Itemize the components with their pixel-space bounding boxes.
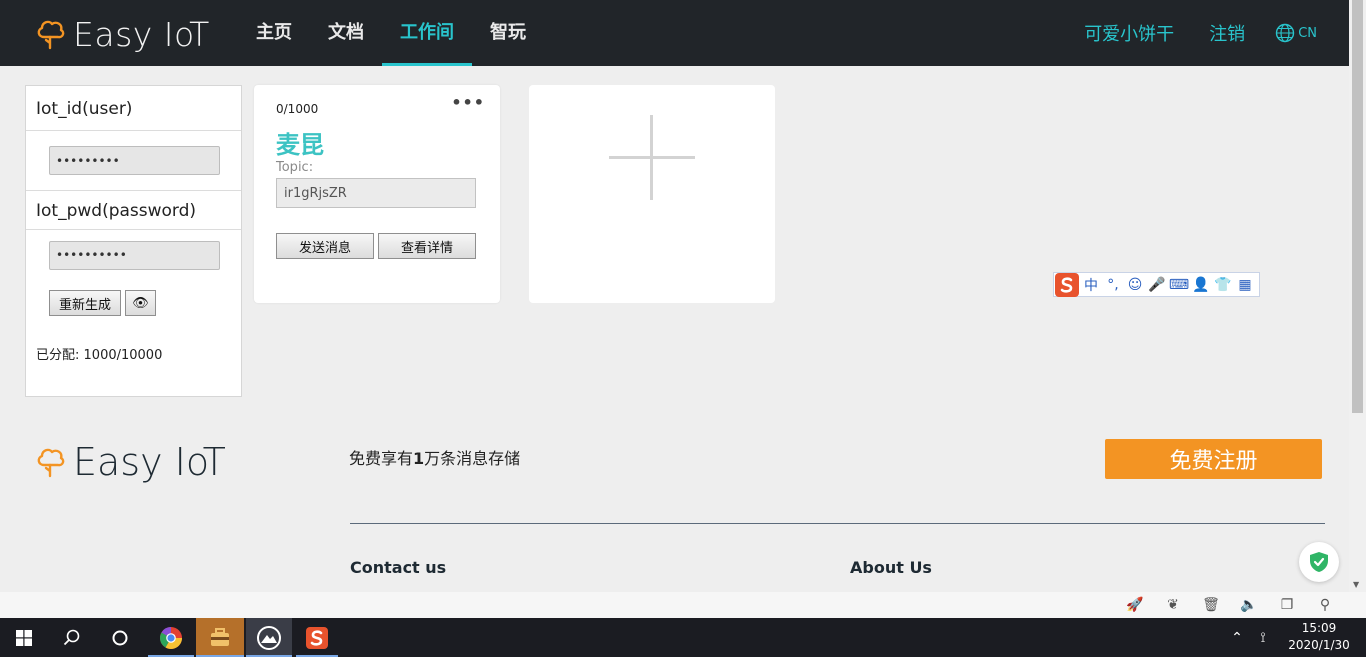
system-tray: ⌃ ⟟ — [1224, 618, 1276, 657]
cortana-button[interactable] — [96, 618, 144, 657]
scrollbar-thumb[interactable] — [1352, 0, 1363, 413]
trash-icon[interactable]: 🗑 — [1192, 597, 1230, 613]
mountain-app-icon — [257, 625, 281, 650]
username-link[interactable]: 可爱小饼干 — [1084, 20, 1174, 46]
rocket-icon[interactable]: 🚀 — [1116, 597, 1154, 613]
cloud-tree-logo-icon — [37, 20, 65, 50]
language-switch[interactable]: CN — [1275, 23, 1317, 43]
iot-id-label: Iot_id(user) — [26, 86, 241, 131]
iot-pwd-value: •••••••••• — [56, 248, 127, 262]
topic-label: Topic: — [276, 160, 314, 175]
iot-id-field[interactable]: ••••••••• — [49, 146, 220, 175]
iot-pwd-field[interactable]: •••••••••• — [49, 240, 220, 270]
credential-actions: 重新生成 👁 — [49, 290, 156, 316]
nav-docs[interactable]: 文档 — [310, 0, 382, 66]
leaf-icon[interactable]: ❦ — [1154, 597, 1192, 613]
iot-id-row: ••••••••• — [26, 131, 241, 191]
topic-field[interactable]: ir1gRjsZR — [276, 178, 476, 208]
promo-text: 免费享有1万条消息存储 — [349, 445, 520, 469]
taskbar-chrome[interactable] — [148, 618, 194, 657]
sogou-icon — [306, 626, 328, 649]
contact-heading: Contact us — [350, 558, 447, 577]
ime-keyboard-icon[interactable]: ⌨ — [1168, 277, 1190, 293]
allocated-label: 已分配: — [36, 348, 80, 363]
message-count: 0/1000 — [276, 102, 319, 116]
toolbox-icon — [211, 627, 229, 646]
clock-date: 2020/1/30 — [1288, 638, 1350, 652]
allocated-value: 1000/10000 — [83, 348, 163, 363]
toggle-visibility-button[interactable]: 👁 — [125, 290, 156, 316]
main-nav: 主页 文档 工作间 智玩 — [238, 0, 544, 66]
clock-time: 15:09 — [1301, 621, 1337, 635]
free-signup-button[interactable]: 免费注册 — [1105, 439, 1322, 479]
about-heading: About Us — [850, 558, 932, 577]
nav-workspace[interactable]: 工作间 — [382, 0, 472, 66]
nav-home[interactable]: 主页 — [238, 0, 310, 66]
add-device-card[interactable] — [529, 85, 775, 303]
top-navbar: Easy IoT 主页 文档 工作间 智玩 可爱小饼干 注销 CN — [0, 0, 1349, 66]
user-menu: 可爱小饼干 注销 CN — [1049, 0, 1317, 66]
footer-logo[interactable]: Easy IoT — [35, 440, 226, 484]
window-icon[interactable]: ❐ — [1268, 597, 1306, 613]
taskbar-mountain-app[interactable] — [246, 618, 292, 657]
regenerate-button[interactable]: 重新生成 — [49, 290, 121, 316]
eye-icon: 👁 — [132, 295, 149, 311]
search-button[interactable] — [48, 618, 96, 657]
more-options-icon[interactable]: ••• — [451, 95, 485, 111]
start-button[interactable] — [0, 618, 48, 657]
language-label: CN — [1298, 25, 1317, 41]
device-name: 麦昆 — [276, 131, 324, 159]
search-icon[interactable]: ⚲ — [1306, 597, 1344, 613]
search-icon — [63, 629, 80, 645]
view-details-button[interactable]: 查看详情 — [378, 233, 476, 259]
nav-play[interactable]: 智玩 — [472, 0, 544, 66]
sound-icon[interactable]: 🔈 — [1230, 597, 1268, 613]
promo-pre: 免费享有 — [349, 449, 414, 468]
ime-user-icon[interactable]: 👤 — [1190, 277, 1212, 293]
allocation-info: 已分配: 1000/10000 — [36, 344, 162, 363]
device-card: 0/1000 ••• 麦昆 Topic: ir1gRjsZR 发送消息 查看详情 — [254, 85, 500, 303]
logo[interactable]: Easy IoT — [35, 14, 210, 54]
taskbar-clock[interactable]: 15:09 2020/1/30 — [1284, 620, 1354, 654]
ime-chinese-mode[interactable]: 中 — [1080, 275, 1102, 295]
windows-logo-icon — [16, 629, 32, 646]
sogou-logo-icon[interactable] — [1054, 272, 1080, 297]
taskbar-sogou[interactable] — [296, 618, 338, 657]
promo-num: 1 — [413, 449, 425, 468]
security-shield-icon[interactable] — [1299, 542, 1339, 582]
ime-punctuation-icon[interactable]: °, — [1102, 277, 1124, 293]
chrome-icon — [160, 626, 182, 649]
globe-icon — [1275, 23, 1295, 43]
taskbar-toolbox[interactable] — [196, 618, 244, 657]
scroll-down-arrow-icon[interactable]: ▼ — [1353, 580, 1359, 589]
status-bar-icons: 🚀 ❦ 🗑 🔈 ❐ ⚲ — [1116, 597, 1344, 613]
ime-voice-icon[interactable]: 🎤 — [1146, 277, 1168, 293]
send-message-button[interactable]: 发送消息 — [276, 233, 374, 259]
footer-divider — [350, 523, 1325, 524]
credentials-panel: Iot_id(user) ••••••••• Iot_pwd(password)… — [25, 85, 242, 397]
iot-pwd-label: Iot_pwd(password) — [26, 191, 241, 230]
iot-pwd-row: •••••••••• — [26, 230, 241, 280]
plus-icon-vertical — [650, 115, 653, 200]
ime-toolbox-icon[interactable]: ▦ — [1234, 277, 1256, 293]
logo-text: Easy IoT — [73, 14, 210, 54]
cortana-circle-icon — [112, 630, 128, 645]
footer-logo-text: Easy IoT — [73, 440, 226, 484]
network-icon[interactable]: ⟟ — [1250, 630, 1276, 646]
browser-status-bar: 🚀 ❦ 🗑 🔈 ❐ ⚲ — [0, 592, 1366, 618]
logout-link[interactable]: 注销 — [1209, 20, 1245, 46]
ime-toolbar: 中 °, ☺ 🎤 ⌨ 👤 👕 ▦ — [1053, 272, 1260, 297]
topic-value: ir1gRjsZR — [284, 185, 347, 201]
vertical-scrollbar[interactable]: ▼ — [1349, 0, 1366, 592]
windows-taskbar: ⌃ ⟟ 15:09 2020/1/30 — [0, 618, 1366, 657]
iot-id-value: ••••••••• — [56, 153, 120, 168]
cloud-tree-logo-icon — [37, 448, 65, 478]
promo-post: 万条消息存储 — [424, 449, 521, 468]
tray-expand-icon[interactable]: ⌃ — [1224, 630, 1250, 646]
ime-skin-icon[interactable]: 👕 — [1212, 277, 1234, 293]
ime-emoji-icon[interactable]: ☺ — [1124, 277, 1146, 293]
